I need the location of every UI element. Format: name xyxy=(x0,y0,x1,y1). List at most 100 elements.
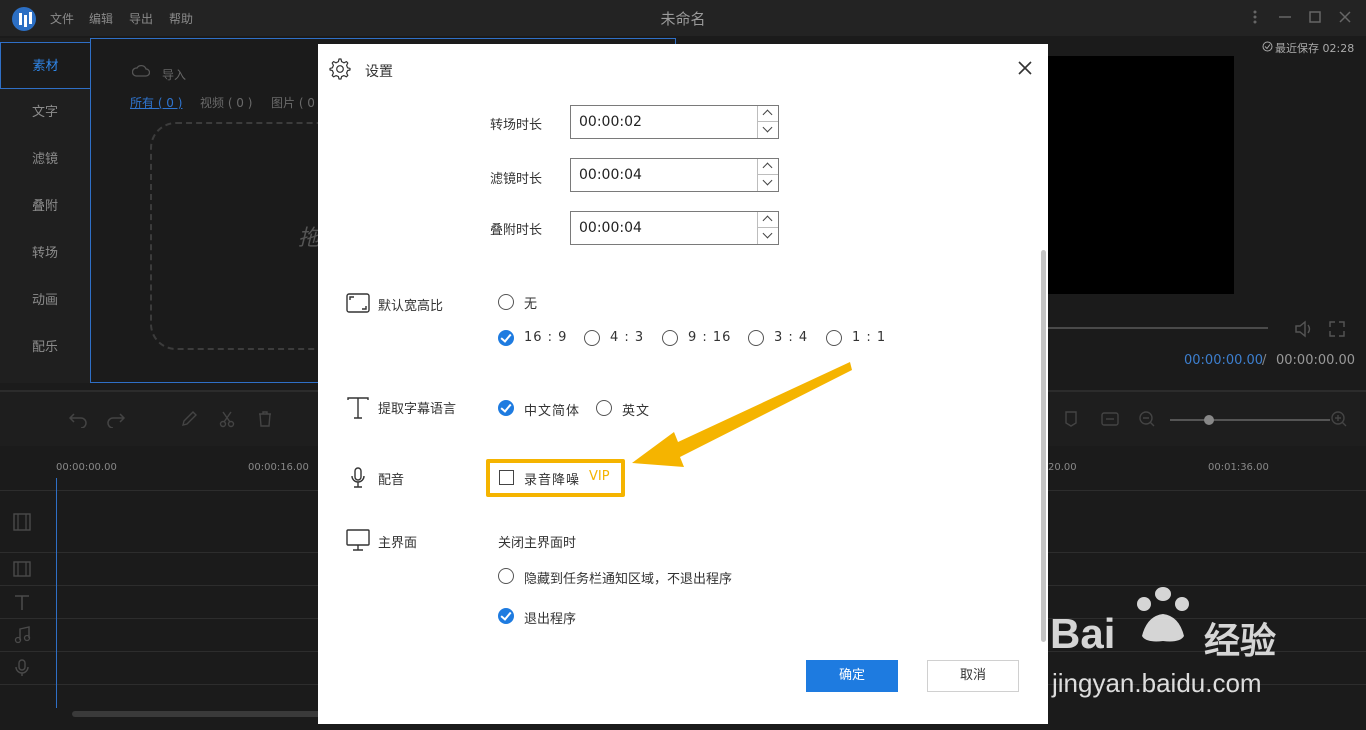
redo-icon[interactable] xyxy=(106,410,126,428)
on-close-label: 关闭主界面时 xyxy=(498,536,577,551)
aspect-4-3-radio[interactable] xyxy=(584,330,600,346)
chevron-down-icon[interactable] xyxy=(758,122,778,138)
ruler-label: 00:00:16.00 xyxy=(248,462,309,473)
cancel-button[interactable]: 取消 xyxy=(927,660,1019,692)
ruler-label: 00:01:36.00 xyxy=(1208,462,1269,473)
dialog-scrollbar[interactable] xyxy=(1041,250,1046,642)
tab-music[interactable]: 配乐 xyxy=(0,324,90,371)
aspect-3-4-radio[interactable] xyxy=(748,330,764,346)
monitor-icon xyxy=(346,529,370,551)
aspect-16-9-radio[interactable] xyxy=(498,330,514,346)
left-tab-bar: 素材 文字 滤镜 叠附 转场 动画 配乐 xyxy=(0,38,90,383)
aspect-ratio-icon xyxy=(346,293,370,313)
saved-check-icon xyxy=(1262,41,1273,52)
window-title: 未命名 xyxy=(660,10,706,28)
import-icon[interactable] xyxy=(132,64,150,80)
aspect-4-3-label[interactable]: 4 : 3 xyxy=(610,330,644,345)
tab-material[interactable]: 素材 xyxy=(0,42,90,89)
music-track-icon xyxy=(14,626,31,644)
undo-icon[interactable] xyxy=(68,410,88,428)
overlay-track-icon xyxy=(13,561,31,577)
aspect-9-16-radio[interactable] xyxy=(662,330,678,346)
video-track-icon xyxy=(13,513,31,531)
tab-overlay[interactable]: 叠附 xyxy=(0,183,90,230)
zoom-slider-thumb[interactable] xyxy=(1204,415,1214,425)
aspect-9-16-label[interactable]: 9 : 16 xyxy=(688,330,731,345)
delete-icon[interactable] xyxy=(256,410,274,428)
tab-text[interactable]: 文字 xyxy=(0,89,90,136)
aspect-none-label[interactable]: 无 xyxy=(524,293,538,312)
text-icon xyxy=(347,397,369,419)
ruler-label: 00:00:00.00 xyxy=(56,462,117,473)
time-separator: / xyxy=(1262,353,1267,368)
overlay-duration-value[interactable]: 00:00:04 xyxy=(579,220,642,236)
aspect-ratio-label: 默认宽高比 xyxy=(378,299,444,314)
gear-icon xyxy=(329,58,351,80)
timeline-scrollbar[interactable] xyxy=(72,711,322,717)
filter-duration-stepper[interactable]: 00:00:04 xyxy=(570,158,779,192)
dialog-title: 设置 xyxy=(365,64,393,80)
transition-duration-stepper[interactable]: 00:00:02 xyxy=(570,105,779,139)
chevron-up-icon[interactable] xyxy=(758,159,778,175)
marker-icon[interactable] xyxy=(1062,410,1080,428)
filter-video[interactable]: 视频 ( 0 ) xyxy=(200,94,252,111)
timeline-playhead[interactable] xyxy=(56,478,57,708)
watermark-brand-cn: 经验 xyxy=(1204,621,1277,662)
preview-screen xyxy=(1048,56,1234,294)
exit-program-label[interactable]: 退出程序 xyxy=(524,608,576,627)
more-icon[interactable] xyxy=(1248,10,1262,24)
subtitle-chinese-radio[interactable] xyxy=(498,400,514,416)
zoom-in-icon[interactable] xyxy=(1330,410,1348,428)
tab-animation[interactable]: 动画 xyxy=(0,277,90,324)
tab-filter[interactable]: 滤镜 xyxy=(0,136,90,183)
chevron-up-icon[interactable] xyxy=(758,106,778,122)
fit-icon[interactable] xyxy=(1100,410,1120,428)
ruler-label: 20.00 xyxy=(1048,462,1077,473)
filter-duration-value[interactable]: 00:00:04 xyxy=(579,167,642,183)
ok-button[interactable]: 确定 xyxy=(806,660,898,692)
chevron-down-icon[interactable] xyxy=(758,228,778,244)
aspect-16-9-label[interactable]: 16 : 9 xyxy=(524,330,567,345)
zoom-slider[interactable] xyxy=(1170,419,1330,421)
window-close-icon[interactable] xyxy=(1338,10,1352,24)
hide-to-tray-radio[interactable] xyxy=(498,568,514,584)
exit-program-radio[interactable] xyxy=(498,608,514,624)
watermark-brand: Bai xyxy=(1050,610,1116,657)
watermark-url: jingyan.baidu.com xyxy=(1052,668,1262,698)
overlay-duration-stepper[interactable]: 00:00:04 xyxy=(570,211,779,245)
maximize-icon[interactable] xyxy=(1308,10,1322,24)
filter-all[interactable]: 所有 ( 0 ) xyxy=(130,94,182,111)
microphone-icon xyxy=(351,467,365,488)
subtitle-language-label: 提取字幕语言 xyxy=(378,402,457,417)
zoom-out-icon[interactable] xyxy=(1138,410,1156,428)
save-status: 最近保存 02:28 xyxy=(1275,42,1355,55)
import-button[interactable]: 导入 xyxy=(162,66,186,83)
fullscreen-icon[interactable] xyxy=(1328,320,1346,338)
drop-hint: 拖 xyxy=(298,226,321,251)
aspect-none-radio[interactable] xyxy=(498,294,514,310)
transition-duration-value[interactable]: 00:00:02 xyxy=(579,114,642,130)
paw-logo-icon xyxy=(1137,587,1189,642)
hide-to-tray-label[interactable]: 隐藏到任务栏通知区域，不退出程序 xyxy=(524,568,732,587)
overlay-duration-label: 叠附时长 xyxy=(490,223,543,238)
main-ui-label: 主界面 xyxy=(378,536,418,551)
subtitle-chinese-label[interactable]: 中文简体 xyxy=(524,400,580,419)
aspect-3-4-label[interactable]: 3 : 4 xyxy=(774,330,808,345)
dubbing-label: 配音 xyxy=(378,473,405,488)
filter-duration-label: 滤镜时长 xyxy=(490,172,543,187)
text-track-icon xyxy=(15,595,29,610)
close-icon[interactable] xyxy=(1015,58,1035,78)
filter-image[interactable]: 图片 ( 0 xyxy=(271,94,315,111)
annotation-arrow-icon xyxy=(632,362,852,467)
aspect-1-1-label[interactable]: 1 : 1 xyxy=(852,330,886,345)
aspect-1-1-radio[interactable] xyxy=(826,330,842,346)
edit-icon[interactable] xyxy=(180,410,198,428)
chevron-up-icon[interactable] xyxy=(758,212,778,228)
preview-total-time: 00:00:00.00 xyxy=(1276,353,1356,368)
preview-progress-bar[interactable] xyxy=(1048,327,1268,329)
volume-icon[interactable] xyxy=(1294,320,1314,338)
cut-icon[interactable] xyxy=(218,410,236,428)
chevron-down-icon[interactable] xyxy=(758,175,778,191)
tab-transition[interactable]: 转场 xyxy=(0,230,90,277)
minimize-icon[interactable] xyxy=(1278,10,1292,24)
